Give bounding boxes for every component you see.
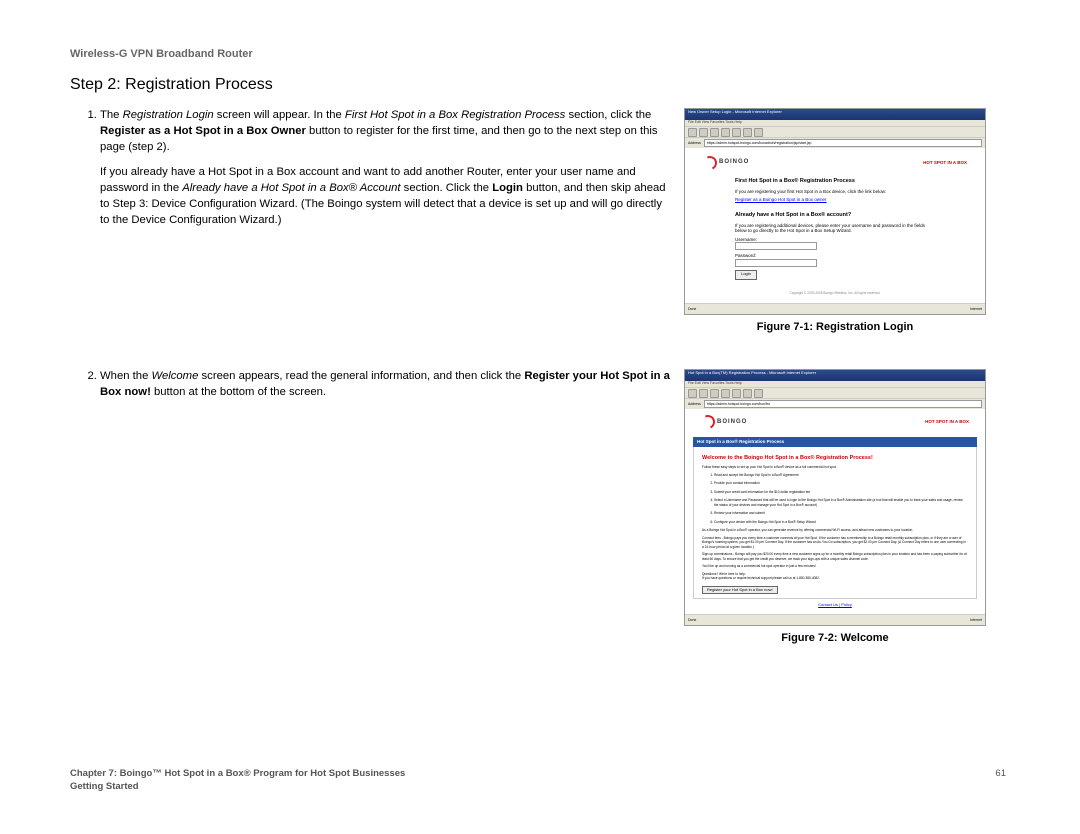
page-footer: Chapter 7: Boingo™ Hot Spot in a Box® Pr… [70,768,1010,794]
welcome-p6: Questions? We're here to help. If you ha… [702,572,968,581]
addr-label: Address [688,141,701,145]
login-button[interactable]: Login [735,270,757,280]
welcome-step: Configure your device with the Boingo Ho… [714,520,968,524]
t: Registration Login [123,109,214,121]
txt-first: If you are registering your first Hot Sp… [735,189,935,194]
status-left-2: Done [688,618,696,622]
browser-statusbar-2: Done Internet [685,614,985,625]
register-link[interactable]: Register as a Boingo Hot Spot in a Box o… [735,197,935,202]
password-input[interactable] [735,259,817,267]
text-col-2: When the Welcome screen appears, read th… [70,369,670,405]
t: screen will appear. In the [214,109,345,121]
welcome-steps-list: Read and accept the Boingo Hot Spot in a… [702,473,968,524]
page-number: 61 [995,768,1006,794]
step-list-1: The Registration Login screen will appea… [70,108,670,155]
t: The [100,109,123,121]
figure-1-caption: Figure 7-1: Registration Login [684,321,986,333]
brand-text-2: BOINGO [717,419,747,426]
t: Register as a Hot Spot in a Box Owner [100,125,306,137]
hd-already: Already have a Hot Spot in a Box® accoun… [735,212,935,219]
brand-row-2: BOINGO HOT SPOT IN A BOX [693,415,977,429]
hotspot-logo-2: HOT SPOT IN A BOX [925,420,969,425]
product-header: Wireless-G VPN Broadband Router [70,48,1010,60]
status-right: Internet [970,307,982,311]
browser-titlebar-2: Hot Spot in a Box(TM) Registration Proce… [685,370,985,381]
figure-1-screenshot: New Owner Setup Login - Microsoft Intern… [684,108,986,315]
t: screen appears, read the general informa… [198,370,524,382]
t: Already have a Hot Spot in a Box® Accoun… [182,182,400,194]
t: button at the bottom of the screen. [151,386,326,398]
contact-link[interactable]: Contact Us | Policy [693,603,977,608]
figure-1-col: New Owner Setup Login - Microsoft Intern… [684,108,986,333]
hotspot-logo: HOT SPOT IN A BOX [923,161,967,166]
swirl-icon [701,154,719,172]
welcome-step: Select a Username and Password that will… [714,498,968,507]
address-input-2[interactable] [704,400,982,408]
row-step1: The Registration Login screen will appea… [70,108,1010,333]
browser-toolbar-2 [685,387,985,399]
welcome-p5: You'll be up and running as a commercial… [702,564,968,568]
hd-first: First Hot Spot in a Box® Registration Pr… [735,178,935,185]
text-col-1: The Registration Login screen will appea… [70,108,670,229]
status-right-2: Internet [970,618,982,622]
swirl-icon-2 [699,413,717,431]
boingo-logo-2: BOINGO [701,415,747,429]
browser-addressbar-2: Address [685,399,985,409]
fig1-content: BOINGO HOT SPOT IN A BOX First Hot Spot … [685,148,985,303]
footer-left: Chapter 7: Boingo™ Hot Spot in a Box® Pr… [70,768,405,794]
browser-titlebar: New Owner Setup Login - Microsoft Intern… [685,109,985,120]
bluebar-heading: Hot Spot in a Box® Registration Process [693,437,977,446]
t: First Hot Spot in a Box Registration Pro… [345,109,565,121]
username-input[interactable] [735,242,817,250]
copyright-line: Copyright © 2003-2005 Boingo Wireless, I… [695,292,975,296]
brand-text: BOINGO [719,159,749,166]
figure-2-screenshot: Hot Spot in a Box(TM) Registration Proce… [684,369,986,626]
step-list-2: When the Welcome screen appears, read th… [70,369,670,401]
welcome-p4: Sign-up commissions - Boingo will pay yo… [702,552,968,561]
figure-2-col: Hot Spot in a Box(TM) Registration Proce… [684,369,986,644]
footer-chapter: Chapter 7: Boingo™ Hot Spot in a Box® Pr… [70,768,405,779]
browser-toolbar [685,126,985,138]
row-step2: When the Welcome screen appears, read th… [70,369,1010,644]
para-existing-account: If you already have a Hot Spot in a Box … [100,165,670,228]
address-input[interactable] [704,139,982,147]
welcome-step: Provide your contact information [714,481,968,485]
brand-row: BOINGO HOT SPOT IN A BOX [695,156,975,170]
t: section, click the [565,109,651,121]
browser-statusbar: Done Internet [685,303,985,314]
register-now-button[interactable]: Register your Hot Spot in a Box now! [702,586,778,595]
txt-already: If you are registering additional device… [735,223,935,234]
welcome-step: Review your information and submit [714,511,968,515]
welcome-step: Submit your credit card information for … [714,490,968,494]
t: Welcome [152,370,199,382]
t: When the [100,370,152,382]
welcome-intro: Follow these easy steps to set up your H… [702,465,968,469]
fig2-content: BOINGO HOT SPOT IN A BOX Hot Spot in a B… [685,409,985,614]
footer-section: Getting Started [70,781,139,792]
boingo-logo: BOINGO [703,156,749,170]
list-item-1: The Registration Login screen will appea… [100,108,670,155]
browser-addressbar: Address [685,138,985,148]
status-left: Done [688,307,696,311]
figure-2-caption: Figure 7-2: Welcome [684,632,986,644]
list-item-2: When the Welcome screen appears, read th… [100,369,670,401]
welcome-p3: Connect fees - Boingo pays you every tim… [702,536,968,549]
welcome-p2: As a Boingo Hot Spot in a Box® operator,… [702,528,968,532]
t: Login [492,182,523,194]
welcome-step: Read and accept the Boingo Hot Spot in a… [714,473,968,477]
step-heading: Step 2: Registration Process [70,76,1010,94]
addr-label-2: Address [688,402,701,406]
t: section. Click the [401,182,493,194]
welcome-heading: Welcome to the Boingo Hot Spot in a Box®… [702,455,968,462]
